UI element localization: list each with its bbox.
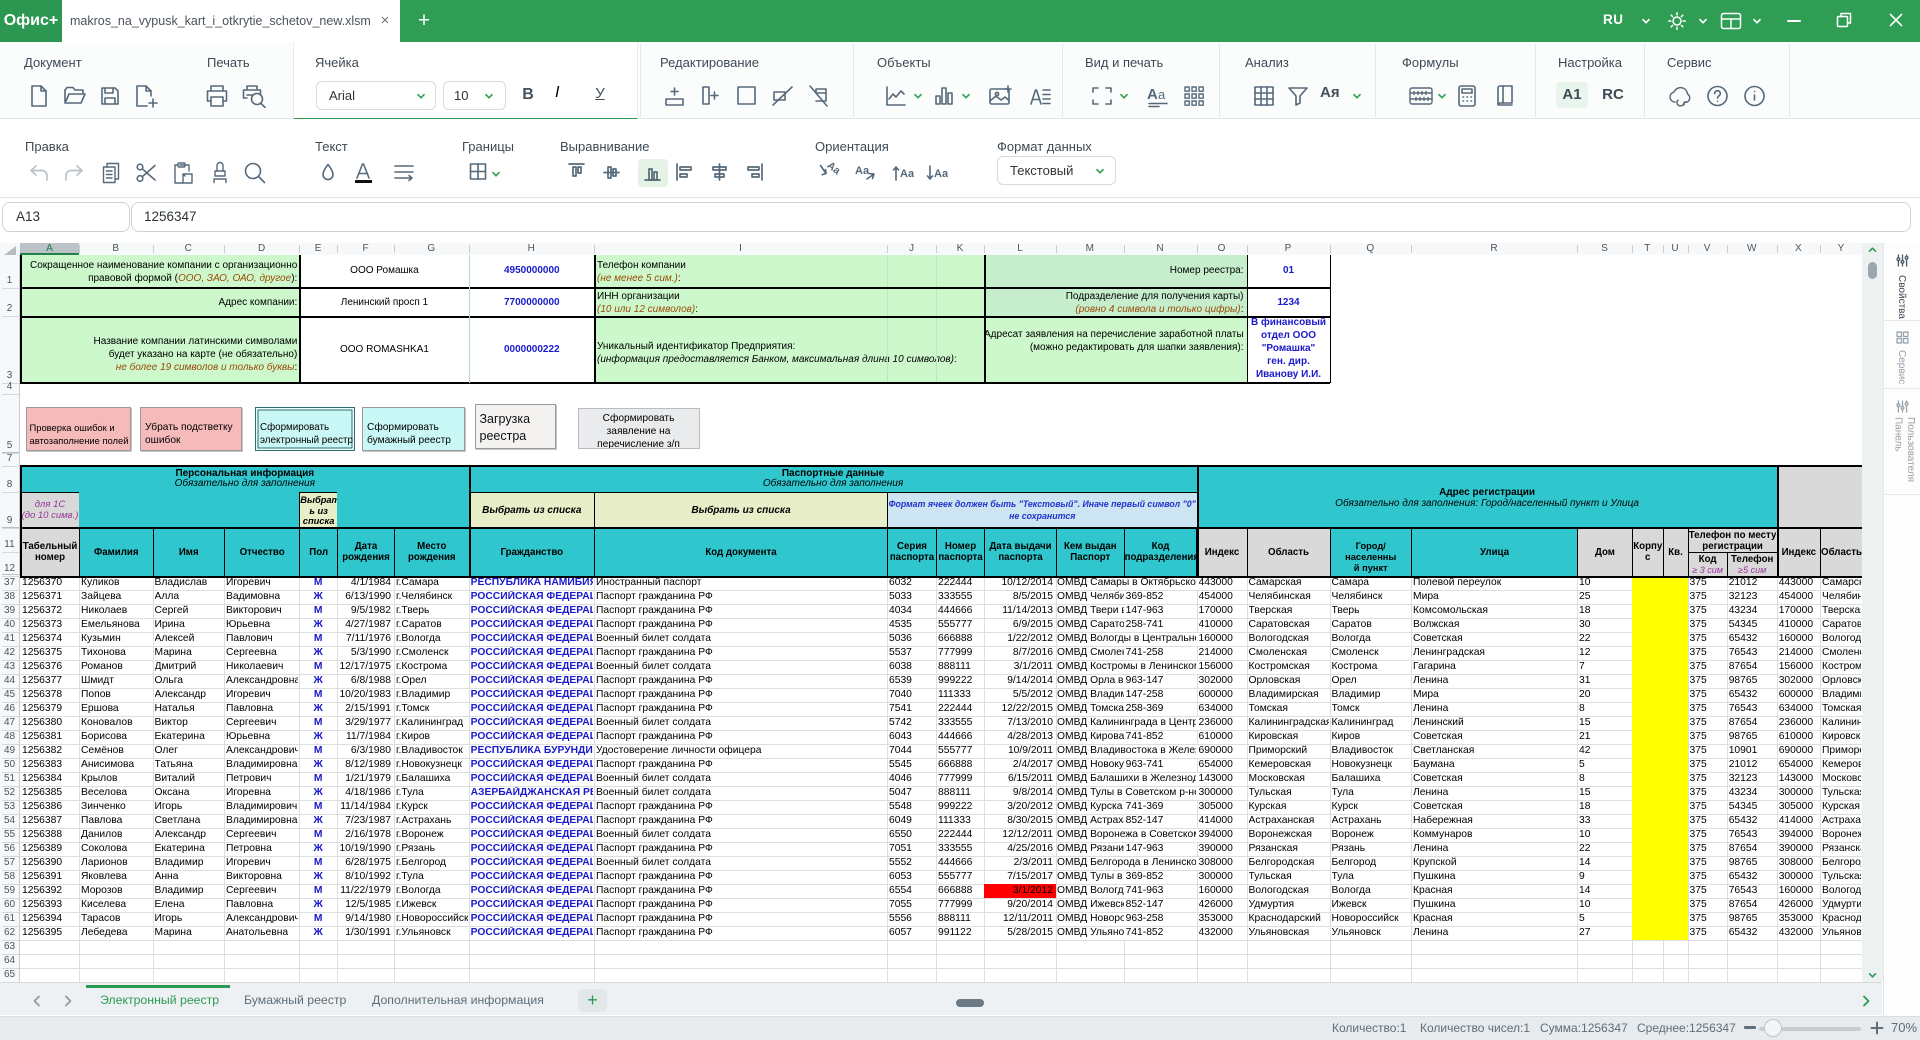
svg-text:Aa: Aa	[855, 165, 870, 177]
svg-text:A: A	[1147, 86, 1158, 103]
svg-text:Aa: Aa	[825, 161, 840, 177]
svg-text:a: a	[1158, 87, 1166, 102]
svg-text:Aa: Aa	[934, 168, 948, 180]
svg-text:Aa: Aa	[900, 168, 914, 180]
